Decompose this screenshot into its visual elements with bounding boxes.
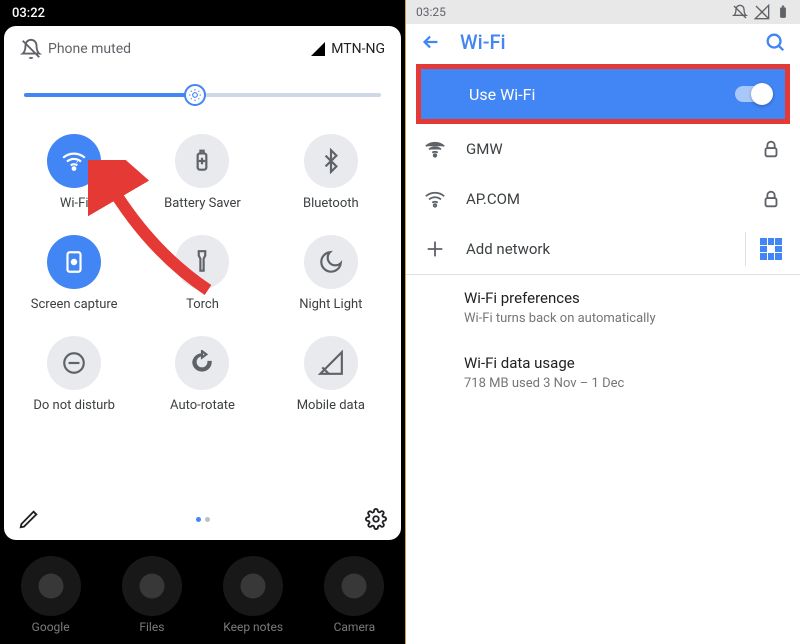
app-label: Keep notes — [223, 620, 283, 634]
tile-label: Wi-Fi — [60, 196, 89, 211]
tile-label: Mobile data — [297, 398, 365, 413]
row-subtitle: 718 MB used 3 Nov – 1 Dec — [464, 376, 624, 391]
phone-wifi-settings: 03:25 Wi-Fi Use Wi-Fi GMW AP.COM Add net… — [405, 0, 800, 644]
network-list: GMW AP.COM — [406, 124, 800, 224]
tile-label: Battery Saver — [164, 196, 241, 211]
dock-app-google[interactable]: Google — [21, 556, 81, 634]
tile-label: Auto-rotate — [170, 398, 235, 413]
phone-quick-settings: 03:22 Phone muted MTN-NG ? Wi-Fi Battery… — [0, 0, 405, 644]
carrier-label: MTN-NG — [331, 41, 385, 57]
row-title: Wi-Fi data usage — [464, 354, 575, 372]
tile-label: Screen capture — [31, 297, 118, 312]
quick-settings-header: Phone muted MTN-NG — [10, 36, 395, 70]
page-title: Wi-Fi — [460, 30, 746, 54]
network-name: AP.COM — [466, 190, 520, 208]
app-label: Camera — [334, 620, 376, 634]
signal-icon — [311, 42, 325, 56]
edit-icon[interactable] — [18, 508, 40, 530]
svg-text:?: ? — [75, 157, 79, 166]
status-bar: 03:22 — [0, 0, 405, 26]
wifi-signal-icon — [424, 138, 446, 160]
search-icon[interactable] — [764, 31, 786, 53]
rotate-icon — [175, 336, 229, 390]
tile-label: Night Light — [299, 297, 362, 312]
tile-label: Do not disturb — [33, 398, 115, 413]
tile-mobile-data[interactable]: Mobile data — [267, 336, 395, 413]
tile-wi-fi[interactable]: ? Wi-Fi — [10, 134, 138, 211]
tile-label: Bluetooth — [303, 196, 359, 211]
moon-icon — [304, 235, 358, 289]
app-bar: Wi-Fi — [406, 24, 800, 60]
quick-settings-tiles: ? Wi-Fi Battery Saver Bluetooth Screen c… — [10, 124, 395, 413]
network-row[interactable]: AP.COM — [406, 174, 800, 224]
add-network-row[interactable]: Add network — [406, 224, 800, 274]
plus-icon — [424, 238, 446, 260]
signal-off-icon — [754, 4, 770, 20]
tile-battery-saver[interactable]: Battery Saver — [138, 134, 266, 211]
add-network-label: Add network — [466, 240, 550, 258]
app-icon — [223, 556, 283, 616]
tile-bluetooth[interactable]: Bluetooth — [267, 134, 395, 211]
app-label: Google — [32, 620, 70, 634]
app-icon — [324, 556, 384, 616]
wifi-preferences-row[interactable]: Wi-Fi preferences Wi-Fi turns back on au… — [406, 275, 800, 340]
brightness-slider[interactable] — [24, 80, 381, 110]
lock-icon — [760, 188, 782, 210]
tile-auto-rotate[interactable]: Auto-rotate — [138, 336, 266, 413]
bell-off-icon — [20, 38, 42, 60]
app-icon — [21, 556, 81, 616]
quick-settings-footer — [4, 508, 401, 530]
row-title: Wi-Fi preferences — [464, 289, 580, 307]
gear-icon[interactable] — [365, 508, 387, 530]
lock-icon — [760, 138, 782, 160]
tile-do-not-disturb[interactable]: Do not disturb — [10, 336, 138, 413]
capture-icon — [47, 235, 101, 289]
brightness-thumb-icon[interactable] — [184, 84, 206, 106]
dock-app-files[interactable]: Files — [122, 556, 182, 634]
dock-app-keep-notes[interactable]: Keep notes — [223, 556, 283, 634]
tile-night-light[interactable]: Night Light — [267, 235, 395, 312]
row-subtitle: Wi-Fi turns back on automatically — [464, 311, 656, 326]
home-dock: Google Files Keep notes Camera — [0, 542, 405, 640]
use-wifi-label: Use Wi-Fi — [469, 85, 535, 104]
dock-app-camera[interactable]: Camera — [324, 556, 384, 634]
bell-off-icon — [732, 4, 748, 20]
battery-icon — [776, 4, 790, 20]
quick-settings-panel: Phone muted MTN-NG ? Wi-Fi Battery Saver… — [4, 26, 401, 540]
tile-screen-capture[interactable]: Screen capture — [10, 235, 138, 312]
use-wifi-toggle-row[interactable]: Use Wi-Fi — [416, 64, 790, 124]
mute-label: Phone muted — [48, 41, 131, 57]
battery-icon — [175, 134, 229, 188]
network-row[interactable]: GMW — [406, 124, 800, 174]
wifi-icon: ? — [47, 134, 101, 188]
app-label: Files — [139, 620, 164, 634]
status-time: 03:22 — [12, 6, 45, 21]
status-bar: 03:25 — [406, 0, 800, 24]
mdata-icon — [304, 336, 358, 390]
bluetooth-icon — [304, 134, 358, 188]
torch-icon — [175, 235, 229, 289]
qr-scan-icon[interactable] — [760, 238, 782, 260]
tile-label: Torch — [186, 297, 219, 312]
wifi-signal-icon — [424, 188, 446, 210]
status-time: 03:25 — [416, 5, 446, 19]
wifi-switch[interactable] — [735, 86, 771, 102]
back-icon[interactable] — [420, 31, 442, 53]
wifi-data-usage-row[interactable]: Wi-Fi data usage 718 MB used 3 Nov – 1 D… — [406, 340, 800, 405]
tile-torch[interactable]: Torch — [138, 235, 266, 312]
page-indicator — [196, 517, 210, 522]
app-icon — [122, 556, 182, 616]
network-name: GMW — [466, 140, 503, 158]
dnd-icon — [47, 336, 101, 390]
